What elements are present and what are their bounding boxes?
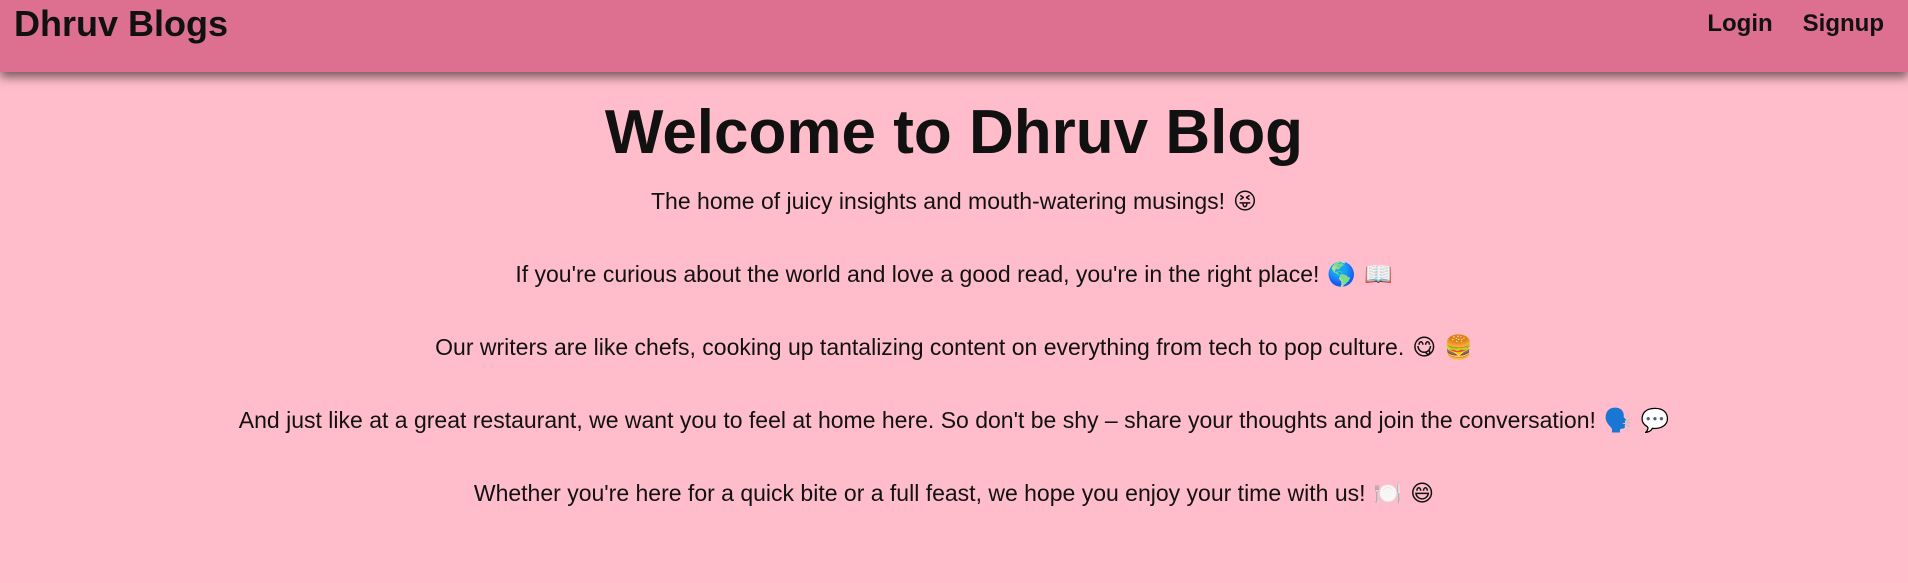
yum-face-emoji-icon: 😋 [1412, 334, 1437, 360]
grinning-face-emoji-icon: 😄 [1410, 480, 1435, 506]
intro-paragraph-2: If you're curious about the world and lo… [0, 259, 1908, 289]
paragraph-text: Our writers are like chefs, cooking up t… [435, 334, 1405, 360]
nav-links: Login Signup [1707, 8, 1884, 40]
open-book-emoji-icon: 📖 [1364, 261, 1393, 287]
speaking-head-emoji-icon: 🗣️ [1603, 407, 1633, 433]
top-navbar: Dhruv Blogs Login Signup [0, 0, 1908, 72]
intro-paragraph-1: The home of juicy insights and mouth-wat… [0, 186, 1908, 216]
intro-paragraph-4: And just like at a great restaurant, we … [0, 405, 1908, 435]
login-link[interactable]: Login [1707, 8, 1772, 40]
plate-cutlery-emoji-icon: 🍽️ [1373, 480, 1403, 506]
page-title: Welcome to Dhruv Blog [604, 98, 1304, 167]
intro-paragraph-5: Whether you're here for a quick bite or … [0, 478, 1908, 508]
globe-emoji-icon: 🌎 [1327, 261, 1357, 287]
burger-emoji-icon: 🍔 [1444, 334, 1473, 360]
signup-link[interactable]: Signup [1803, 8, 1884, 40]
brand-logo-text[interactable]: Dhruv Blogs [14, 2, 228, 46]
paragraph-text: Whether you're here for a quick bite or … [473, 480, 1366, 506]
squinting-tongue-emoji-icon: 😝 [1233, 188, 1257, 214]
paragraph-text: The home of juicy insights and mouth-wat… [651, 188, 1226, 214]
intro-paragraph-3: Our writers are like chefs, cooking up t… [0, 332, 1908, 362]
main-content: Welcome to Dhruv Blog The home of juicy … [0, 72, 1908, 508]
speech-bubble-emoji-icon: 💬 [1640, 407, 1670, 433]
paragraph-text: And just like at a great restaurant, we … [238, 407, 1596, 433]
paragraph-text: If you're curious about the world and lo… [515, 261, 1320, 287]
